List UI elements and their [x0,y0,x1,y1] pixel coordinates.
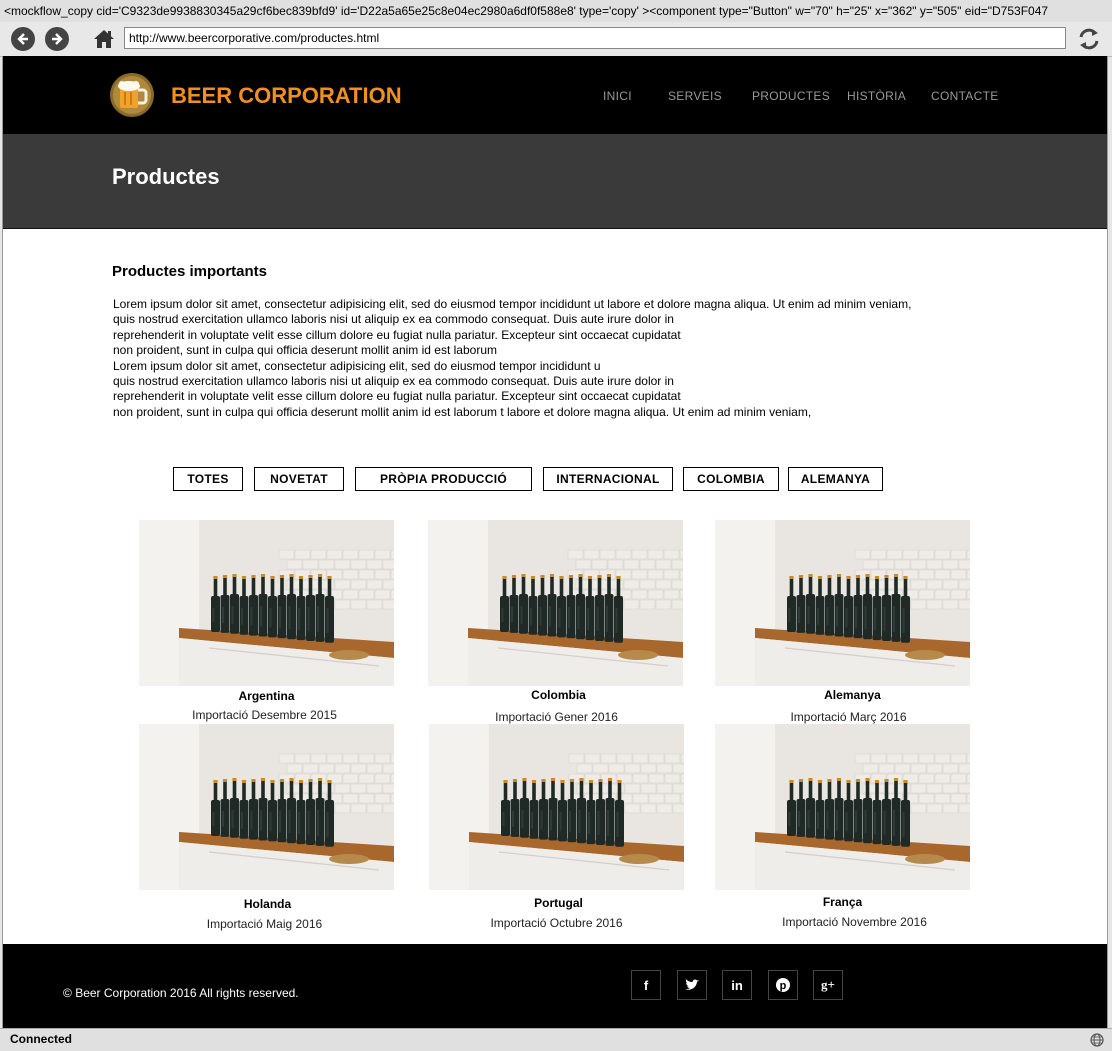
browser-toolbar: http://www.beercorporative.com/productes… [0,22,1112,57]
product-subtitle: Importació Maig 2016 [206,917,323,931]
product-name[interactable]: Alemanya [725,688,980,702]
nav-item-inici[interactable]: INICI [603,56,632,134]
bottles-photo-icon [428,520,683,686]
paragraph-line: quis nostrud exercitation ullamco labori… [113,312,674,327]
product-name[interactable]: Argentina [139,689,394,703]
filter-internacional-button[interactable]: INTERNACIONAL [543,467,673,491]
product-subtitle: Importació Octubre 2016 [490,916,623,930]
product-subtitle: Importació Novembre 2016 [782,915,927,929]
page-title: Productes [112,164,220,189]
paragraph-line: non proident, sunt in culpa qui officia … [113,343,497,358]
pinterest-icon: p [776,978,790,992]
filter-novetat-button[interactable]: NOVETAT [254,467,344,491]
paragraph-line: Lorem ipsum dolor sit amet, consectetur … [113,297,912,311]
facebook-icon: f [643,977,649,993]
filter-propia-produccio-button[interactable]: PRÒPIA PRODUCCIÓ [355,467,532,491]
product-image[interactable] [715,724,970,890]
nav-item-serveis[interactable]: SERVEIS [668,56,722,134]
home-icon [94,30,114,48]
forward-button[interactable] [45,27,69,51]
twitter-icon [685,979,699,990]
product-subtitle: Importació Març 2016 [790,710,907,724]
facebook-button[interactable]: f [631,970,661,1000]
logo[interactable] [109,72,155,118]
bottles-photo-icon [139,520,394,686]
product-name[interactable]: França [715,895,970,909]
svg-text:p: p [780,980,787,992]
beer-mug-icon [110,73,154,117]
paragraph-line: reprehenderit in voluptate velit esse ci… [113,327,681,342]
bottles-photo-icon [715,520,970,686]
twitter-button[interactable] [677,970,707,1000]
nav-item-historia[interactable]: HISTÒRIA [847,56,906,134]
google-plus-button[interactable]: g+ [813,970,843,1000]
google-plus-icon: g+ [821,977,835,992]
product-image[interactable] [429,724,684,890]
product-subtitle: Importació Gener 2016 [495,710,618,724]
arrow-right-icon [52,33,63,45]
site-header: BEER CORPORATION INICI SERVEIS PRODUCTES… [3,56,1107,134]
refresh-icon [1079,28,1099,50]
bottles-photo-icon [139,724,394,890]
paragraph-line: non proident, sunt in culpa qui officia … [113,404,812,419]
refresh-button[interactable] [1076,26,1102,52]
product-subtitle: Importació Desembre 2015 [192,708,337,722]
bottles-photo-icon [429,724,684,890]
window-title-bar: <mockflow_copy cid='C9323de9938830345a29… [0,0,1112,22]
filter-colombia-button[interactable]: COLOMBIA [683,467,779,491]
copyright-text: © Beer Corporation 2016 All rights reser… [63,986,299,1000]
intro-paragraph: Lorem ipsum dolor sit amet, consectetur … [113,297,1013,420]
address-bar[interactable]: http://www.beercorporative.com/productes… [124,27,1066,49]
url-text: http://www.beercorporative.com/productes… [129,31,380,45]
back-button[interactable] [11,27,35,51]
section-title: Productes importants [112,263,268,280]
arrow-left-icon [17,33,28,45]
copyright-icon: © [63,986,72,1000]
status-bar: Connected [0,1028,1112,1051]
bottles-photo-icon [715,724,970,890]
copyright-label: Beer Corporation 2016 All rights reserve… [75,986,299,1000]
web-page: BEER CORPORATION INICI SERVEIS PRODUCTES… [2,56,1108,1028]
window-title: <mockflow_copy cid='C9323de9938830345a29… [4,4,1049,18]
paragraph-line: Lorem ipsum dolor sit amet, consectetur … [113,358,601,373]
product-image[interactable] [139,724,394,890]
product-name[interactable]: Colombia [431,688,686,702]
product-image[interactable] [715,520,970,686]
product-image[interactable] [139,520,394,686]
product-image[interactable] [428,520,683,686]
brand-name[interactable]: BEER CORPORATION [171,56,402,134]
filter-alemanya-button[interactable]: ALEMANYA [788,467,883,491]
product-name[interactable]: Portugal [431,896,686,910]
pinterest-button[interactable]: p [768,970,798,1000]
linkedin-button[interactable]: in [722,970,752,1000]
product-name[interactable]: Holanda [140,897,395,911]
linkedin-icon: in [731,977,743,993]
globe-icon [1090,1033,1104,1047]
paragraph-line: reprehenderit in voluptate velit esse ci… [113,389,681,404]
paragraph-line: quis nostrud exercitation ullamco labori… [113,374,674,389]
filter-totes-button[interactable]: TOTES [173,467,243,491]
status-text: Connected [10,1032,73,1046]
nav-item-contacte[interactable]: CONTACTE [931,56,999,134]
home-button[interactable] [92,27,116,51]
nav-item-productes[interactable]: PRODUCTES [752,56,830,134]
